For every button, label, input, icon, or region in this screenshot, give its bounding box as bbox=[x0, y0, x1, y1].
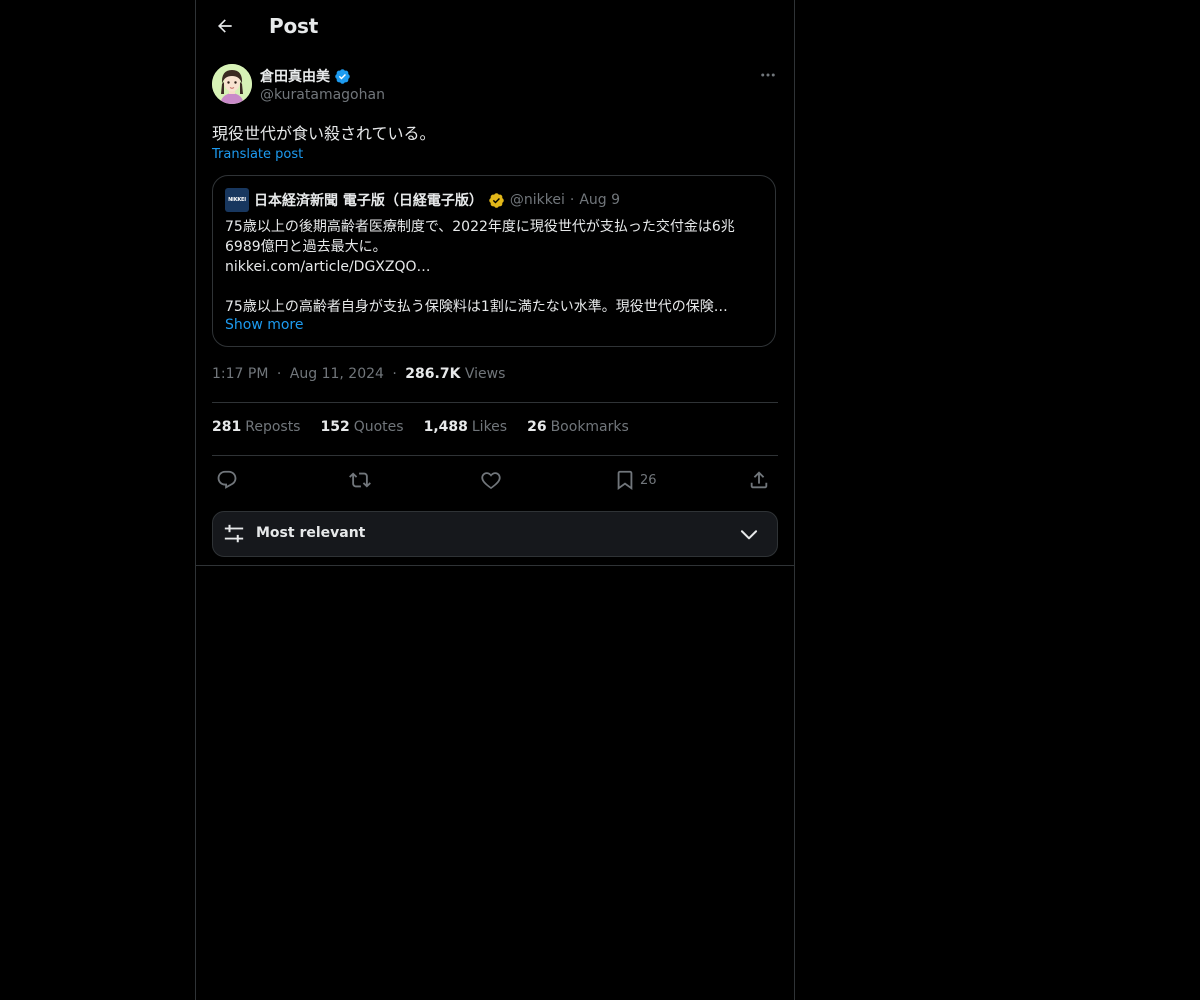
translate-post-link[interactable]: Translate post bbox=[212, 147, 303, 162]
reply-button[interactable] bbox=[216, 464, 238, 496]
show-more-link[interactable]: Show more bbox=[225, 317, 304, 333]
action-bar: 26 bbox=[212, 464, 778, 496]
quotes-label: Quotes bbox=[353, 419, 404, 435]
reposts-label: Reposts bbox=[245, 419, 301, 435]
post-time[interactable]: 1:17 PM bbox=[212, 366, 268, 382]
post-text: 現役世代が食い殺されている。 bbox=[212, 124, 436, 143]
post-date[interactable]: Aug 11, 2024 bbox=[290, 366, 384, 382]
author-name[interactable]: 倉田真由美 bbox=[260, 66, 351, 86]
more-dots-icon bbox=[761, 73, 775, 77]
post-column: Post 倉田真由美 @kuratamagohan 現役世代が食い殺されている。… bbox=[195, 0, 795, 1000]
quoted-link[interactable]: nikkei.com/article/DGXZQO… bbox=[225, 257, 765, 277]
divider bbox=[196, 565, 794, 566]
arrow-left-icon bbox=[218, 19, 232, 33]
page-title: Post bbox=[269, 14, 319, 38]
quoted-line: 75歳以上の後期高齢者医療制度で、2022年度に現役世代が支払った交付金は6兆 bbox=[225, 219, 735, 235]
likes-label: Likes bbox=[471, 419, 508, 435]
more-options-button[interactable] bbox=[756, 64, 780, 86]
meta-separator: · bbox=[276, 366, 282, 382]
quoted-author-handle: @nikkei bbox=[509, 192, 565, 208]
reply-icon bbox=[217, 470, 237, 489]
quoted-post-card[interactable]: NIKKEI 日本経済新聞 電子版（日経電子版） @nikkei · Aug 9… bbox=[212, 175, 776, 347]
bookmark-button[interactable]: 26 bbox=[614, 464, 657, 496]
sort-label: Most relevant bbox=[256, 525, 366, 541]
share-button[interactable] bbox=[748, 464, 770, 496]
reposts-stat[interactable]: 281 Reposts bbox=[212, 419, 300, 435]
author-handle[interactable]: @kuratamagohan bbox=[260, 87, 385, 103]
quotes-stat[interactable]: 152 Quotes bbox=[320, 419, 403, 435]
quoted-line: 75歳以上の高齢者自身が支払う保険料は1割に満たない水準。現役世代の保険… bbox=[225, 299, 728, 315]
engagement-stats: 281 Reposts 152 Quotes 1,488 Likes 26 Bookma… bbox=[212, 419, 649, 435]
repost-icon bbox=[349, 472, 371, 488]
quotes-count: 152 bbox=[320, 419, 350, 435]
likes-count: 1,488 bbox=[423, 419, 468, 435]
nikkei-logo-text: NIKKEI bbox=[228, 197, 246, 203]
chevron-down-icon bbox=[740, 530, 758, 540]
repost-button[interactable] bbox=[349, 464, 371, 496]
quoted-line: 6989億円と過去最大に。 bbox=[225, 239, 387, 255]
post-header: Post bbox=[196, 0, 794, 53]
quoted-separator: · bbox=[569, 192, 575, 208]
nikkei-logo: NIKKEI bbox=[225, 188, 249, 212]
author-name-text: 倉田真由美 bbox=[260, 69, 330, 85]
quoted-author-name: 日本経済新聞 電子版（日経電子版） bbox=[254, 193, 483, 209]
bookmarks-count: 26 bbox=[527, 419, 547, 435]
bookmarks-stat[interactable]: 26 Bookmarks bbox=[527, 419, 629, 435]
sort-replies-dropdown[interactable]: Most relevant bbox=[212, 511, 778, 557]
heart-icon bbox=[481, 472, 501, 490]
avatar[interactable] bbox=[212, 64, 252, 104]
meta-separator: · bbox=[392, 366, 397, 382]
likes-stat[interactable]: 1,488 Likes bbox=[424, 419, 508, 435]
bookmark-count: 26 bbox=[640, 472, 657, 488]
quoted-line bbox=[225, 277, 765, 297]
divider bbox=[212, 402, 778, 403]
divider bbox=[212, 455, 778, 456]
post-meta: 1:17 PM · Aug 11, 2024 · 286.7K Views bbox=[212, 366, 505, 382]
quoted-post-header: NIKKEI 日本経済新聞 電子版（日経電子版） @nikkei · Aug 9 bbox=[225, 188, 620, 212]
views-label: Views bbox=[464, 366, 506, 382]
quoted-post-body: 75歳以上の後期高齢者医療制度で、2022年度に現役世代が支払った交付金は6兆 … bbox=[225, 217, 765, 317]
views-count: 286.7K bbox=[405, 366, 461, 382]
bookmarks-label: Bookmarks bbox=[550, 419, 629, 435]
gold-verified-badge-icon bbox=[489, 192, 504, 208]
back-button[interactable] bbox=[208, 9, 242, 43]
reposts-count: 281 bbox=[212, 419, 242, 435]
like-button[interactable] bbox=[480, 464, 502, 496]
share-icon bbox=[750, 471, 768, 489]
avatar-illustration-icon bbox=[212, 64, 252, 104]
blue-verified-badge-icon bbox=[335, 68, 350, 84]
sliders-icon bbox=[224, 524, 244, 543]
quoted-post-date: Aug 9 bbox=[579, 192, 621, 208]
bookmark-icon bbox=[617, 470, 633, 491]
